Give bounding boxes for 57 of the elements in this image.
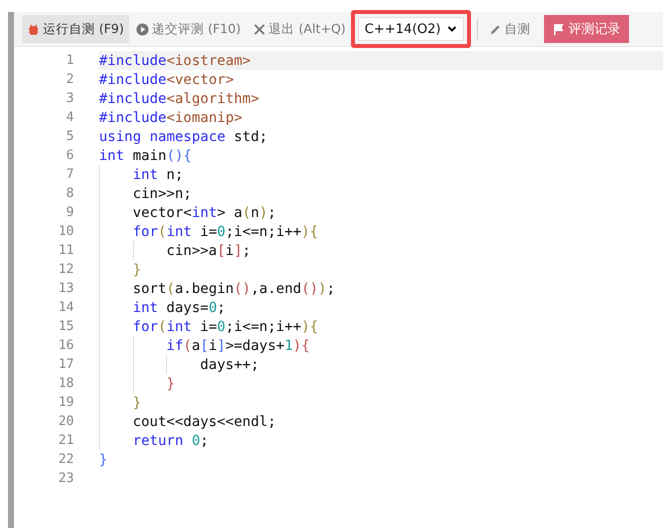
code-line: int days=0; [132,300,226,316]
line-number: 22 [57,452,75,467]
close-icon [252,22,266,36]
code-line: #include<iostream> [99,52,251,68]
play-circle-icon [136,22,149,36]
code-line: int n; [132,166,184,182]
toolbar-button[interactable]: 退出 (Alt+Q) [248,15,351,43]
toolbar-button[interactable]: 递交评测 (F10) [130,15,246,43]
code-line: int main(){ [99,148,192,164]
line-number: 7 [65,167,75,182]
code-line: #include<iomanip> [99,110,242,126]
code-line: #include<algorithm> [99,90,260,106]
line-number: 20 [57,414,75,429]
line-number: 9 [65,205,75,220]
line-number: 14 [57,300,75,315]
line-number: 16 [57,338,75,353]
line-number: 1 [65,53,75,68]
language-select[interactable]: C++14(O2) [358,17,464,41]
line-number: 23 [57,471,75,486]
code-line: #include<vector> [99,72,234,88]
line-number: 5 [65,129,75,144]
code-line: } [132,262,142,278]
code-line: using namespace std; [99,128,268,144]
line-number: 11 [57,243,75,258]
self-test-button[interactable]: 自测 [484,15,536,43]
code-line: sort(a.begin(),a.end()); [132,280,336,296]
bug-icon [27,22,40,36]
chevron-down-icon [446,24,457,34]
code-line: } [99,452,108,468]
line-number: 10 [57,224,75,239]
line-number: 17 [57,357,75,372]
code-line: return 0; [132,432,209,448]
code-line: } [166,376,175,392]
line-number: 6 [65,148,75,163]
line-number: 18 [57,376,75,391]
code-line: for(int i=0;i<=n;i++){ [132,318,318,334]
flag-icon [552,22,565,36]
line-number: 15 [57,319,75,334]
code-line: for(int i=0;i<=n;i++){ [132,224,318,240]
code-line: days++; [200,356,260,372]
line-number: 21 [57,433,75,448]
toolbar-button[interactable]: 运行自测 (F9) [22,15,129,43]
pencil-icon [488,22,502,36]
code-line: cout<<days<<endl; [132,414,276,430]
line-number: 19 [57,395,75,410]
line-number: 3 [65,91,75,106]
line-number: 8 [65,186,75,201]
code-line: cin>>n; [132,186,192,202]
code-line: } [132,394,142,410]
code-line: vector<int> a(n); [132,204,276,220]
line-number: 12 [57,262,75,277]
code-line: cin>>a[i]; [166,242,251,258]
code-line: if(a[i]>=days+1){ [166,338,310,354]
line-number: 13 [57,281,75,296]
line-number: 2 [65,72,75,87]
records-button[interactable]: 评测记录 [544,15,629,43]
line-number: 4 [65,110,75,125]
